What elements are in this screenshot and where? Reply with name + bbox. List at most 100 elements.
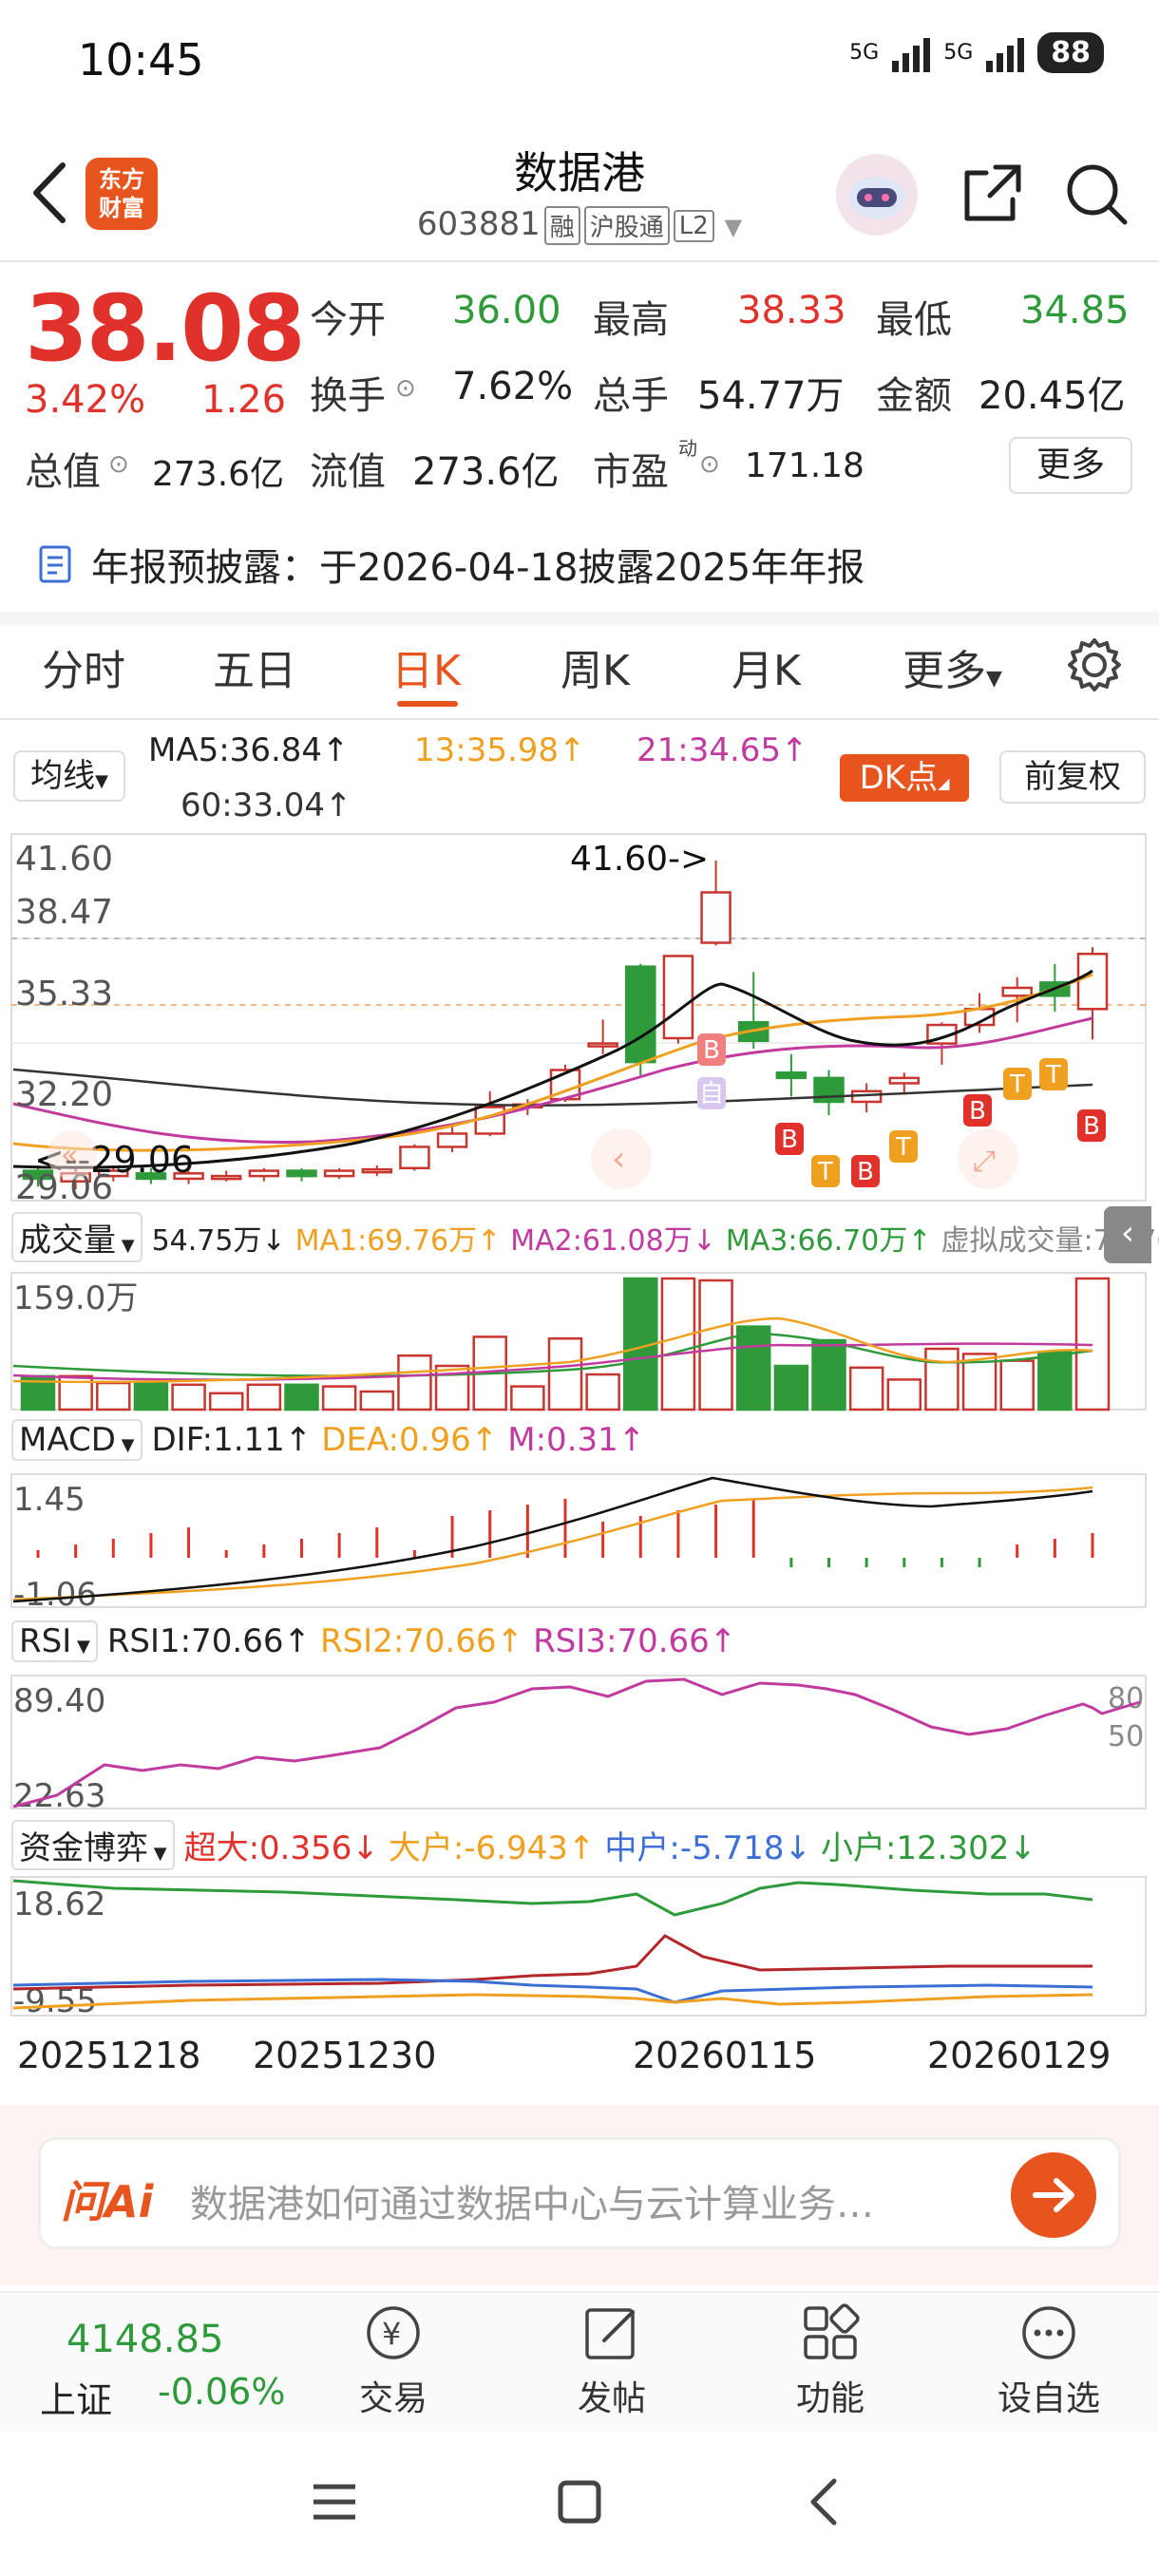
ma13-value: 13:35.98↑	[414, 731, 586, 769]
rsi-chart[interactable]: 89.40 22.63 80 50	[0, 1674, 1159, 1810]
tab-weekly-k[interactable]: 周K	[560, 636, 630, 697]
volume-label: 总手	[593, 374, 669, 418]
signal-t-1: T	[811, 1155, 840, 1187]
low-label: 最低	[876, 298, 952, 342]
open-label: 今开	[310, 298, 386, 342]
date-label-4: 20260129	[927, 2035, 1112, 2076]
fund-large: 大户:-6.943↑	[388, 1829, 596, 1867]
nav-trade-label: 交易	[358, 2379, 428, 2418]
volume-value: 54.75万↓	[151, 1223, 286, 1258]
home-icon	[558, 2480, 601, 2524]
kline-chart[interactable]: 41.60 38.47 35.33 32.20 29.06 41.60-> <-…	[0, 832, 1159, 1203]
rsi2-value: RSI2:70.66↑	[319, 1622, 524, 1660]
robot-assistant-icon[interactable]	[836, 154, 918, 236]
ask-submit-button[interactable]	[1011, 2152, 1096, 2238]
date-label-3: 20260115	[633, 2035, 817, 2076]
nav-functions[interactable]: 功能	[745, 2302, 916, 2420]
network-label-2: 5G	[943, 41, 974, 65]
amount-label: 金额	[876, 374, 952, 418]
volume-bar	[585, 1373, 620, 1411]
edit-icon	[585, 2308, 635, 2359]
stock-code: 603881	[416, 205, 541, 243]
signal-t-4: T	[1039, 1058, 1068, 1090]
tab-intraday[interactable]: 分时	[42, 636, 125, 697]
index-value[interactable]: 4148.85	[66, 2318, 223, 2361]
svg-text:¥: ¥	[382, 2316, 401, 2352]
status-icons: 5G 5G 88	[849, 32, 1104, 73]
nav-add-watchlist[interactable]: 设自选	[963, 2302, 1134, 2420]
volume-bar	[246, 1383, 282, 1411]
signal-b-2: B	[775, 1123, 804, 1155]
date-label-1: 20251218	[17, 2035, 201, 2076]
y-label-3: 35.33	[15, 975, 113, 1013]
mktcap-label: 总值	[25, 450, 101, 494]
info-icon-3[interactable]: ⊙	[699, 450, 720, 479]
volume-chart[interactable]: 159.0万	[0, 1271, 1159, 1411]
signal-t-3: T	[1003, 1068, 1032, 1100]
info-icon[interactable]: ⊙	[395, 374, 416, 403]
candle-body	[1001, 986, 1033, 997]
nav-post[interactable]: 发帖	[526, 2302, 697, 2420]
search-icon[interactable]	[1062, 160, 1130, 228]
open-value: 36.00	[452, 289, 561, 332]
volume-bar	[886, 1378, 922, 1411]
volume-bar	[321, 1385, 357, 1411]
candle-body	[323, 1169, 355, 1178]
info-icon-2[interactable]: ⊙	[108, 450, 129, 479]
adjust-button[interactable]: 前复权	[999, 750, 1146, 804]
macd-chart[interactable]: 1.45 -1.06	[0, 1472, 1159, 1609]
more-button[interactable]: 更多	[1009, 437, 1132, 494]
tab-five-day[interactable]: 五日	[213, 636, 296, 697]
notice-text: 年报预披露：于2026-04-18披露2025年年报	[91, 546, 865, 590]
ma-select[interactable]: 均线▼	[13, 750, 125, 802]
date-label-2: 20251230	[253, 2035, 437, 2076]
candle-body	[436, 1132, 468, 1148]
candle-body	[361, 1167, 393, 1174]
tab-monthly-k[interactable]: 月K	[732, 636, 801, 697]
fund-super: 超大:0.356↓	[183, 1829, 379, 1867]
annual-report-notice[interactable]: 年报预披露：于2026-04-18披露2025年年报	[38, 537, 864, 592]
dropdown-icon[interactable]: ▼	[725, 214, 742, 240]
fund-header: 资金博弈 ▼ 超大:0.356↓ 大户:-6.943↑ 中户:-5.718↓ 小…	[11, 1820, 1036, 1870]
volume-bar	[773, 1364, 809, 1411]
rsi-header: RSI ▼ RSI1:70.66↑ RSI2:70.66↑ RSI3:70.66…	[11, 1620, 736, 1662]
volume-select[interactable]: 成交量 ▼	[11, 1212, 142, 1262]
current-price: 38.08	[25, 275, 306, 382]
fund-chart[interactable]: 18.62 -9.55	[0, 1875, 1159, 2017]
fund-select[interactable]: 资金博弈 ▼	[11, 1820, 175, 1870]
svg-text:«: «	[61, 1139, 78, 1172]
pe-sup: 动	[678, 437, 697, 460]
settings-gear-icon[interactable]	[1064, 635, 1125, 695]
y-label-1: 41.60	[15, 840, 113, 879]
macd-y-top: 1.45	[13, 1481, 86, 1519]
battery-indicator: 88	[1037, 32, 1104, 73]
signal-icon	[892, 34, 931, 72]
share-icon[interactable]	[958, 160, 1026, 228]
network-label-1: 5G	[849, 41, 880, 65]
turnover-label: 换手	[310, 374, 386, 418]
ask-ai-placeholder[interactable]: 数据港如何通过数据中心与云计算业务…	[190, 2173, 988, 2228]
collapse-panel-icon[interactable]: ‹	[1104, 1206, 1151, 1263]
macd-m: M:0.31↑	[507, 1421, 646, 1459]
volume-bar	[397, 1354, 432, 1411]
low-value: 34.85	[1020, 289, 1130, 332]
nav-trade[interactable]: ¥ 交易	[308, 2302, 479, 2420]
tab-more[interactable]: 更多▼	[902, 636, 1002, 697]
index-name[interactable]: 上证	[40, 2371, 112, 2423]
rsi-ref-50: 50	[1108, 1720, 1144, 1753]
candle-body	[662, 955, 694, 1040]
chart-prev-icon: ‹	[591, 1128, 652, 1189]
tabs-divider	[0, 718, 1159, 720]
dk-point-button[interactable]: DK点◢	[840, 754, 969, 802]
volume-bar	[510, 1385, 545, 1411]
menu-icon	[314, 2484, 355, 2520]
tab-daily-k[interactable]: 日K	[391, 636, 461, 697]
arrow-right-icon	[1033, 2178, 1074, 2212]
tag-margin: 融	[543, 206, 580, 245]
rsi-select[interactable]: RSI ▼	[11, 1620, 98, 1662]
chart-scroll-left-icon: «	[48, 1130, 97, 1180]
index-change[interactable]: -0.06%	[158, 2371, 285, 2413]
candle-body	[248, 1169, 280, 1178]
volume-bar	[171, 1383, 206, 1411]
macd-select[interactable]: MACD ▼	[11, 1419, 142, 1461]
